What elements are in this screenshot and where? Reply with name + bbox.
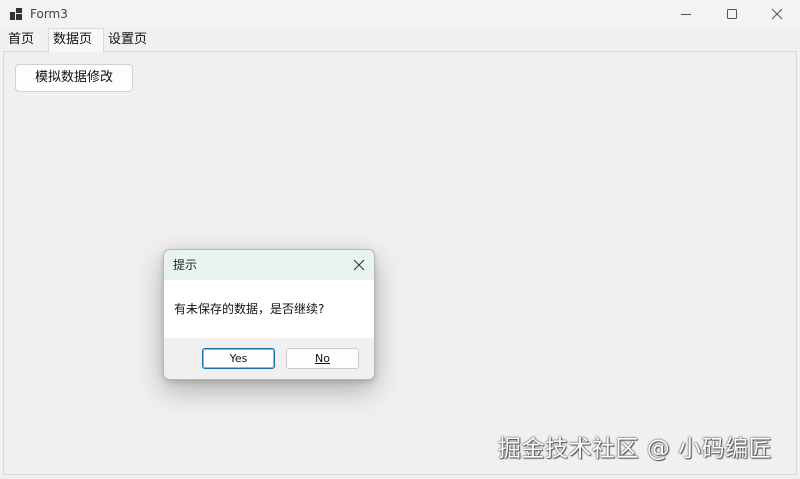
window-title: Form3 bbox=[30, 7, 68, 21]
tab-settings[interactable]: 设置页 bbox=[104, 30, 152, 50]
simulate-modify-button[interactable]: 模拟数据修改 bbox=[15, 64, 133, 92]
maximize-icon bbox=[727, 9, 737, 19]
minimize-icon bbox=[681, 14, 691, 15]
dialog-title-bar[interactable]: 提示 bbox=[164, 250, 374, 280]
close-icon bbox=[353, 259, 365, 271]
tab-strip: 首页 数据页 设置页 bbox=[0, 28, 800, 52]
app-icon bbox=[10, 8, 22, 20]
tab-page-data bbox=[3, 51, 797, 475]
close-button[interactable] bbox=[754, 0, 800, 28]
main-window: Form3 首页 数据页 设置页 模拟数据修改 提示 有未保存的数据，是否继续?… bbox=[0, 0, 800, 479]
title-bar[interactable]: Form3 bbox=[0, 0, 800, 28]
minimize-button[interactable] bbox=[663, 0, 709, 28]
tab-data[interactable]: 数据页 bbox=[48, 28, 104, 52]
watermark: 掘金技术社区 @ 小码编匠 bbox=[498, 436, 773, 462]
dialog-title: 提示 bbox=[173, 258, 198, 272]
maximize-button[interactable] bbox=[709, 0, 755, 28]
dialog-body: 有未保存的数据，是否继续? bbox=[164, 280, 374, 338]
dialog-message: 有未保存的数据，是否继续? bbox=[174, 302, 325, 316]
close-icon bbox=[771, 8, 783, 20]
confirm-dialog: 提示 有未保存的数据，是否继续? Yes No bbox=[163, 249, 375, 380]
no-button[interactable]: No bbox=[286, 348, 359, 369]
dialog-footer: Yes No bbox=[164, 338, 374, 379]
no-button-label: No bbox=[315, 352, 330, 365]
tab-home[interactable]: 首页 bbox=[4, 30, 46, 50]
yes-button[interactable]: Yes bbox=[202, 348, 275, 369]
dialog-close-button[interactable] bbox=[350, 256, 368, 274]
